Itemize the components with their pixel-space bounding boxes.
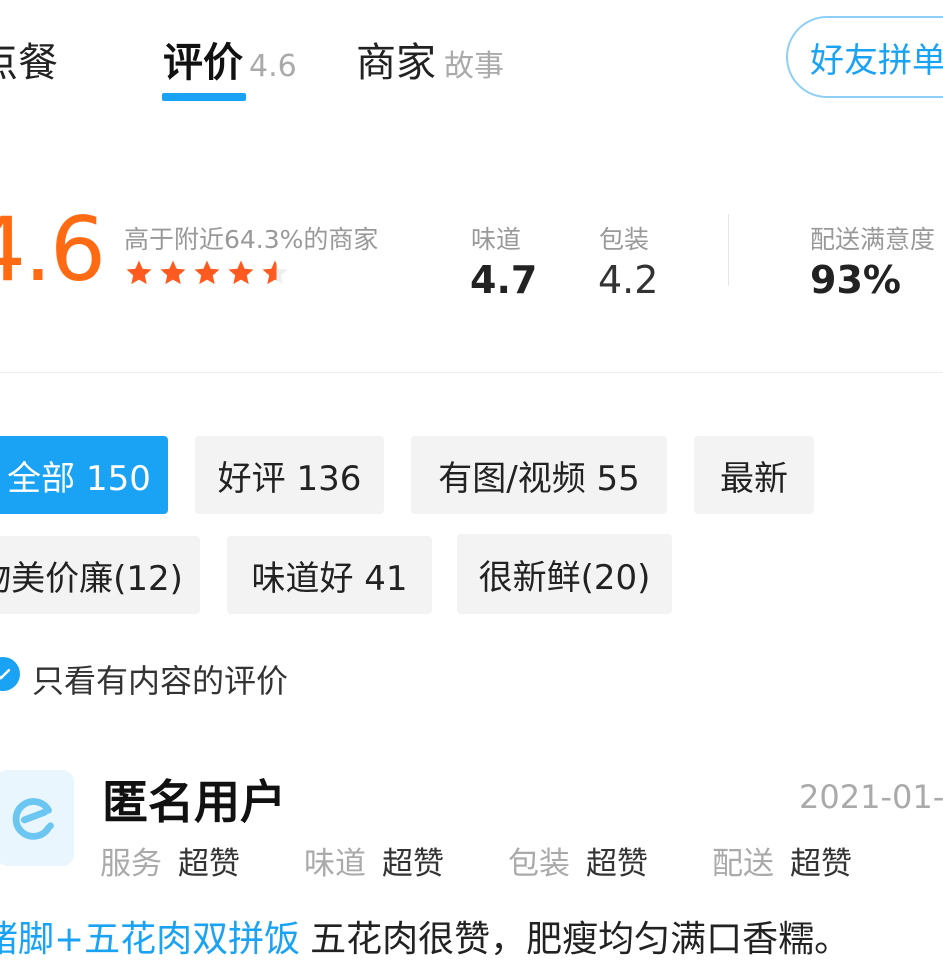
only-content-label[interactable]: 只看有内容的评价 [32, 656, 288, 702]
check-icon [0, 669, 11, 680]
compare-text: 高于附近64.3%的商家 [124, 225, 379, 254]
filter-chip-latest[interactable]: 最新 [694, 436, 814, 514]
filter-chip-positive[interactable]: 好评 136 [195, 436, 384, 514]
tab-merchant-label: 商家 [356, 40, 436, 86]
review-username: 匿名用户 [102, 775, 286, 829]
rating-value: 超赞 [586, 846, 648, 882]
taste-score: 4.7 [470, 258, 538, 302]
star-icon [126, 260, 152, 285]
review-rating-taste: 味道 超赞 [304, 838, 444, 883]
filter-chip-fresh[interactable]: 很新鲜(20) [457, 534, 672, 614]
delivery-score: 93% [810, 258, 901, 302]
package-score: 4.2 [598, 258, 659, 302]
review-rating-delivery: 配送 超赞 [712, 838, 852, 883]
filter-chip-media[interactable]: 有图/视频 55 [411, 436, 667, 514]
filter-chip-all[interactable]: 全部 150 [0, 436, 168, 514]
review-date: 2021-01-2 [799, 778, 943, 816]
star-icon [160, 260, 186, 285]
rating-label: 包装 [508, 846, 570, 882]
rating-label: 配送 [712, 846, 774, 882]
tab-reviews-score: 4.6 [249, 49, 297, 84]
overall-score: 4.6 [0, 198, 106, 301]
only-content-checkbox[interactable] [0, 657, 20, 691]
group-order-label: 好友拼单 [810, 40, 943, 81]
star-icon [228, 260, 254, 285]
taste-label: 味道 [471, 225, 522, 254]
star-icon [194, 260, 220, 285]
dish-link[interactable]: 猪脚+五花肉双拼饭 [0, 919, 300, 960]
rating-label: 味道 [304, 846, 366, 882]
tab-merchant-sub: 故事 [444, 49, 504, 84]
review-body: 猪脚+五花肉双拼饭 五花肉很赞，肥瘦均匀满口香糯。 [0, 910, 850, 962]
rating-label: 服务 [100, 846, 162, 882]
tab-reviews[interactable]: 评价 4.6 [163, 30, 297, 88]
tab-reviews-label: 评价 [163, 40, 243, 86]
star-rating [124, 258, 290, 288]
avatar [0, 770, 74, 866]
rating-value: 超赞 [382, 846, 444, 882]
tab-order[interactable]: 点餐 [0, 30, 58, 88]
delivery-label: 配送满意度 [810, 225, 936, 254]
review-rating-service: 服务 超赞 [100, 838, 240, 883]
review-text: 五花肉很赞，肥瘦均匀满口香糯。 [310, 919, 851, 960]
half-star-icon [262, 260, 288, 285]
filter-chip-value[interactable]: 物美价廉(12) [0, 536, 200, 614]
filter-chip-tasty[interactable]: 味道好 41 [227, 536, 432, 614]
section-divider [0, 372, 943, 373]
rating-value: 超赞 [178, 846, 240, 882]
eleme-logo-icon [12, 798, 54, 840]
summary-divider [728, 214, 729, 286]
group-order-button[interactable]: 好友拼单 [786, 16, 943, 98]
active-tab-indicator [162, 93, 246, 101]
review-rating-package: 包装 超赞 [508, 838, 648, 883]
tab-merchant[interactable]: 商家 故事 [356, 30, 504, 88]
rating-value: 超赞 [790, 846, 852, 882]
package-label: 包装 [599, 225, 650, 254]
